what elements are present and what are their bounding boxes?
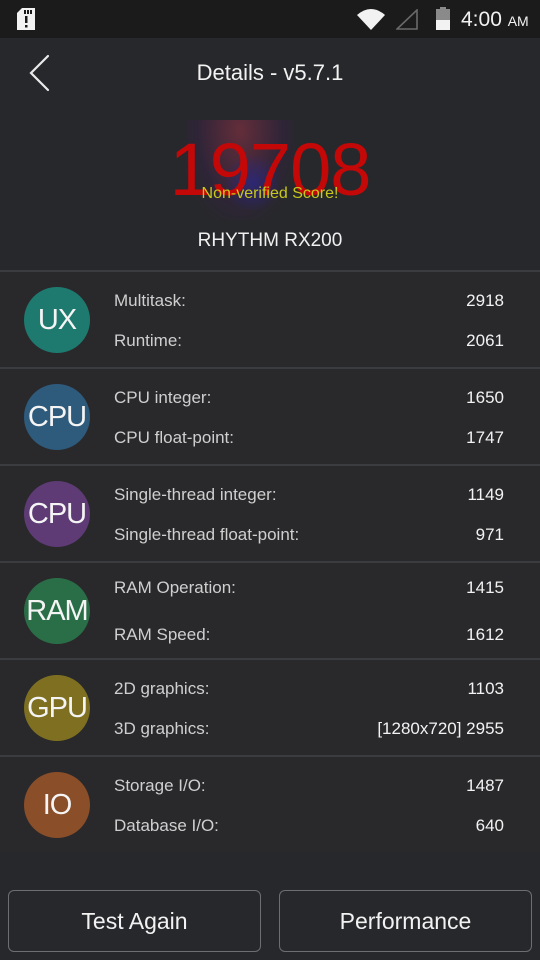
category-row-cpu[interactable]: CPU CPU integer: 1650 CPU float-point: 1… [0,369,540,464]
gpu-badge-icon: GPU [24,675,90,741]
performance-button[interactable]: Performance [279,890,532,952]
metric-label: Single-thread float-point: [114,525,300,544]
score-panel: 19708 Non-verified Score! RHYTHM RX200 [0,110,540,270]
metric-label: RAM Speed: [114,625,211,644]
metric-value: 1747 [466,428,504,447]
category-row-gpu[interactable]: GPU 2D graphics: 1103 3D graphics: [1280… [0,660,540,755]
metric-label: 3D graphics: [114,719,210,738]
metric-label: 2D graphics: [114,679,210,698]
category-row-ram[interactable]: RAM RAM Operation: 1415 RAM Speed: 1612 [0,563,540,658]
non-verified-note: Non-verified Score! [201,185,339,202]
cpu-badge-icon: CPU [24,384,90,450]
wifi-icon [357,9,385,30]
clock-ampm: AM [507,13,529,29]
category-row-io[interactable]: IO Storage I/O: 1487 Database I/O: 640 [0,757,540,852]
page-title: Details - v5.7.1 [196,60,344,85]
clock: 4:00 AM [461,8,529,32]
metric-value: 1612 [466,625,504,644]
category-row-single-thread[interactable]: CPU Single-thread integer: 1149 Single-t… [0,466,540,561]
battery-icon [436,7,450,30]
metric-label: Storage I/O: [114,776,206,795]
metric-value: 640 [475,816,504,835]
metric-value: 1415 [466,578,504,597]
metric-value: 2061 [466,331,504,350]
metric-value: 971 [475,525,504,544]
metric-label: CPU float-point: [114,428,234,447]
metric-value: 1650 [466,388,504,407]
metric-label: Single-thread integer: [114,485,277,504]
metric-label: Multitask: [114,291,186,310]
metric-label: Runtime: [114,331,183,350]
sd-card-alert-icon [17,8,35,30]
app-bar: Details - v5.7.1 [0,38,540,110]
metric-label: Database I/O: [114,816,219,835]
metric-value: 1487 [466,776,504,795]
metric-value: [1280x720] 2955 [377,719,504,738]
metric-value: 1103 [467,679,504,698]
status-bar: 4:00 AM [0,0,540,38]
metric-value: 2918 [466,291,504,310]
ux-badge-icon: UX [24,287,90,353]
test-again-button[interactable]: Test Again [8,890,261,952]
io-badge-icon: IO [24,772,90,838]
metric-label: RAM Operation: [114,578,236,597]
device-name: RHYTHM RX200 [197,230,343,251]
ram-badge-icon: RAM [24,578,90,644]
cellular-signal-empty-icon [396,9,418,30]
cpu-single-thread-badge-icon: CPU [24,481,90,547]
metric-value: 1149 [467,485,504,504]
metric-label: CPU integer: [114,388,212,407]
clock-time: 4:00 [461,8,502,31]
category-row-ux[interactable]: UX Multitask: 2918 Runtime: 2061 [0,272,540,367]
